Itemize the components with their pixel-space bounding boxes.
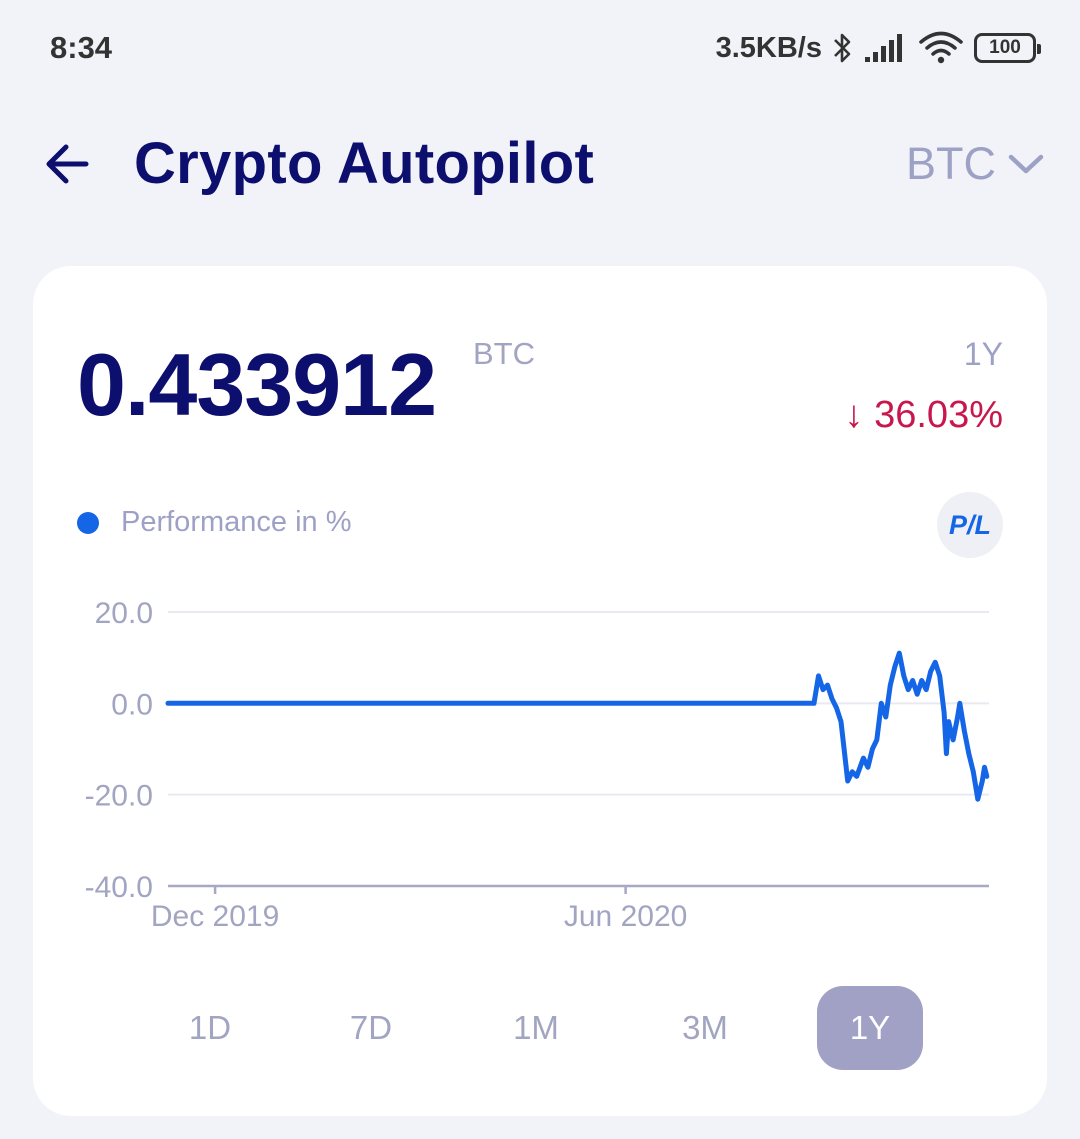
status-bar: 8:34 3.5KB/s 100 (0, 0, 1080, 100)
network-speed: 3.5KB/s (715, 31, 822, 64)
balance-value: 0.433912 (77, 335, 437, 434)
legend-dot (77, 511, 99, 534)
app-header: Crypto Autopilot BTC (0, 120, 1080, 210)
y-tick-label: -40.0 (85, 871, 153, 904)
range-selector: 1D 7D 1M 3M 1Y (33, 986, 1047, 1076)
wifi-icon (918, 31, 964, 65)
asset-selector[interactable]: BTC (906, 138, 1044, 190)
legend-label: Performance in % (121, 506, 352, 538)
range-button-7d[interactable]: 7D (318, 986, 424, 1070)
status-time: 8:34 (50, 30, 113, 65)
range-button-1m[interactable]: 1M (483, 986, 589, 1070)
performance-series-line (165, 650, 990, 802)
back-arrow-icon[interactable] (40, 140, 96, 188)
chevron-down-icon (1008, 152, 1044, 176)
page-title: Crypto Autopilot (134, 131, 595, 196)
x-tick-label: Jun 2020 (564, 900, 687, 933)
asset-label: BTC (906, 138, 996, 189)
change-percent: ↓ 36.03% (844, 394, 1003, 436)
range-button-3m[interactable]: 3M (652, 986, 758, 1070)
chart-legend: Performance in % (77, 506, 352, 539)
y-tick-label: 0.0 (111, 688, 153, 721)
period-label: 1Y (963, 336, 1003, 372)
bluetooth-icon (832, 31, 854, 65)
range-button-1y[interactable]: 1Y (817, 986, 923, 1070)
battery-icon: 100 (974, 33, 1041, 63)
portfolio-card: 0.433912 BTC 1Y ↓ 36.03% Performance in … (33, 266, 1047, 1116)
pl-toggle-button[interactable]: P/L (937, 492, 1003, 558)
signal-icon (864, 33, 908, 63)
performance-chart: 20.0 0.0 -20.0 -40.0Dec 2019 Jun 2020 (85, 597, 990, 933)
balance-unit: BTC (473, 336, 535, 371)
y-tick-label: -20.0 (85, 780, 153, 813)
x-tick-label: Dec 2019 (151, 900, 279, 933)
range-button-1d[interactable]: 1D (157, 986, 263, 1070)
status-icons: 3.5KB/s 100 (715, 28, 1041, 68)
y-tick-label: 20.0 (95, 597, 153, 630)
